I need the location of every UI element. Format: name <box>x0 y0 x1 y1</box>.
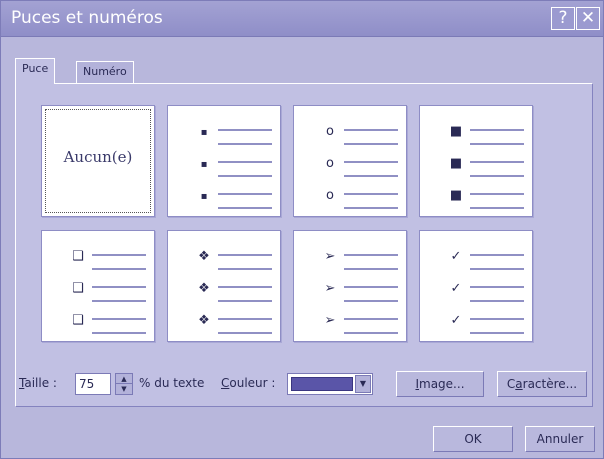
bullet-preview: ■ ■ ■ <box>450 124 524 209</box>
ok-button[interactable]: OK <box>433 426 513 452</box>
arrowhead-bullet-icon: ➢ <box>325 249 336 264</box>
square-bullet-icon: ■ <box>450 188 462 203</box>
bullet-preview: ▪ ▪ ▪ <box>201 127 272 209</box>
size-input[interactable] <box>75 373 111 395</box>
close-button[interactable]: ✕ <box>576 7 600 30</box>
dialog-title: Puces et numéros <box>11 8 163 28</box>
bullet-preview: ❖ ❖ ❖ <box>198 249 272 334</box>
hollow-circle-bullet-icon: o <box>326 188 334 203</box>
bullet-option-checkmark[interactable]: ✓ ✓ ✓ <box>419 230 533 342</box>
bullets-and-numbering-dialog: Puces et numéros ? ✕ Puce Numéro Aucun(e… <box>0 0 604 459</box>
size-spinner[interactable]: ▲ ▼ <box>115 373 133 395</box>
image-button[interactable]: Image... <box>396 371 484 397</box>
arrowhead-bullet-icon: ➢ <box>325 281 336 296</box>
color-label: Couleur : <box>221 376 276 390</box>
diamond-cluster-bullet-icon: ❖ <box>198 281 210 296</box>
hollow-square-bullet-icon: ❑ <box>72 313 84 328</box>
bullet-preview: ✓ ✓ ✓ <box>451 249 524 334</box>
spin-up-icon[interactable]: ▲ <box>116 374 132 384</box>
hollow-circle-bullet-icon: o <box>326 124 334 139</box>
bullet-option-arrowhead[interactable]: ➢ ➢ ➢ <box>293 230 407 342</box>
bullet-option-hollow-square[interactable]: ❑ ❑ ❑ <box>41 230 155 342</box>
bullet-option-square[interactable]: ■ ■ ■ <box>419 105 533 217</box>
arrowhead-bullet-icon: ➢ <box>325 313 336 328</box>
title-bar: Puces et numéros ? ✕ <box>1 1 603 37</box>
bullet-option-small-dot[interactable]: ▪ ▪ ▪ <box>167 105 281 217</box>
cancel-button[interactable]: Annuler <box>525 426 595 452</box>
help-button[interactable]: ? <box>551 7 575 30</box>
bullet-preview: ➢ ➢ ➢ <box>325 249 398 334</box>
square-bullet-icon: ■ <box>450 124 462 139</box>
square-bullet-icon: ■ <box>450 156 462 171</box>
small-dot-bullet-icon: ▪ <box>201 191 208 202</box>
chevron-down-icon[interactable]: ▼ <box>355 375 371 393</box>
bullet-preview: o o o <box>326 124 398 209</box>
checkmark-bullet-icon: ✓ <box>451 281 462 296</box>
hollow-square-bullet-icon: ❑ <box>72 281 84 296</box>
spin-down-icon[interactable]: ▼ <box>116 384 132 394</box>
diamond-cluster-bullet-icon: ❖ <box>198 249 210 264</box>
hollow-square-bullet-icon: ❑ <box>72 249 84 264</box>
diamond-cluster-bullet-icon: ❖ <box>198 313 210 328</box>
size-label: Taille : <box>19 376 57 390</box>
bullet-preview: ❑ ❑ ❑ <box>72 249 146 334</box>
color-dropdown[interactable]: ▼ <box>287 373 373 395</box>
character-button[interactable]: Caractère... <box>497 371 587 397</box>
bullet-option-hollow-circle[interactable]: o o o <box>293 105 407 217</box>
small-dot-bullet-icon: ▪ <box>201 159 208 170</box>
bullet-option-none[interactable]: Aucun(e) <box>41 105 155 217</box>
bullet-option-diamond-cluster[interactable]: ❖ ❖ ❖ <box>167 230 281 342</box>
checkmark-bullet-icon: ✓ <box>451 313 462 328</box>
color-swatch <box>291 377 353 391</box>
tab-numero[interactable]: Numéro <box>76 61 134 83</box>
bullet-none-label: Aucun(e) <box>63 148 133 166</box>
small-dot-bullet-icon: ▪ <box>201 127 208 138</box>
hollow-circle-bullet-icon: o <box>326 156 334 171</box>
size-suffix: % du texte <box>139 376 205 390</box>
checkmark-bullet-icon: ✓ <box>451 249 462 264</box>
tab-puce[interactable]: Puce <box>15 58 56 84</box>
